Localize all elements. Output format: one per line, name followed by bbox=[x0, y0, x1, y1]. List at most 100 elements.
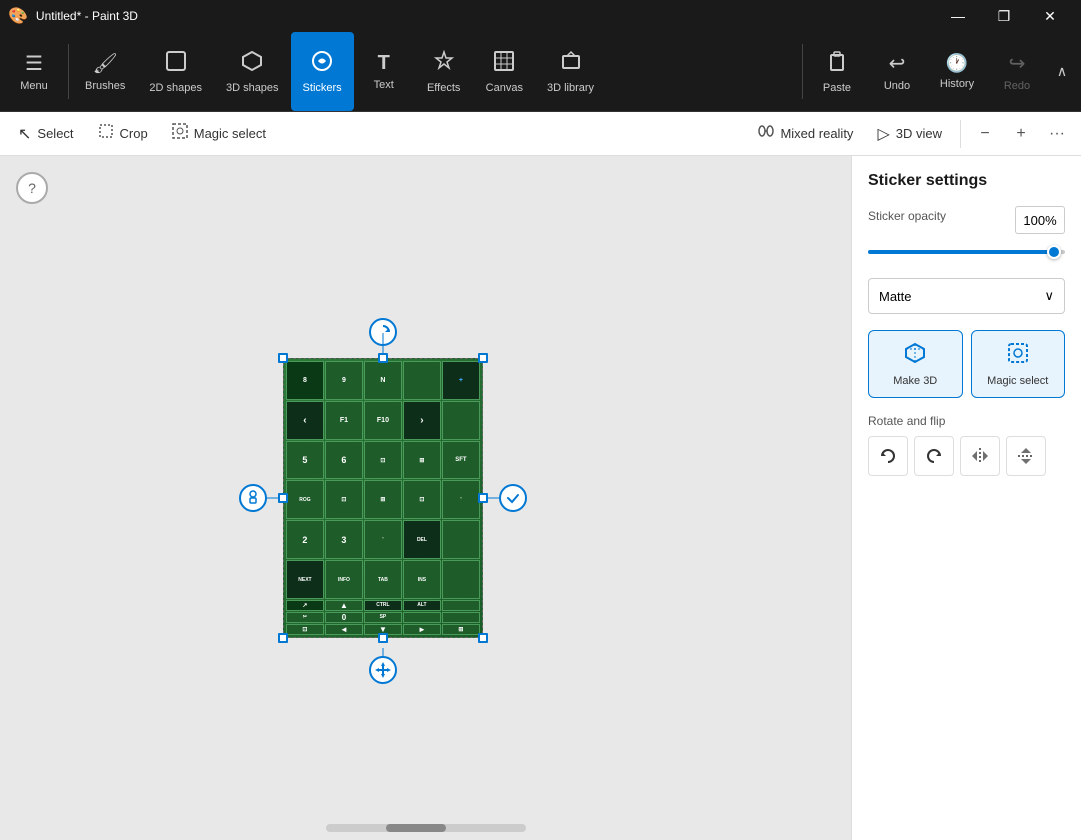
toolbar-paste[interactable]: Paste bbox=[807, 32, 867, 111]
key-cell: ROG bbox=[286, 480, 324, 519]
key-cell bbox=[442, 600, 480, 611]
magic-select-panel-icon bbox=[1006, 341, 1030, 371]
key-cell: › bbox=[403, 401, 441, 440]
toolbar-brushes[interactable]: 🖌 Brushes bbox=[73, 32, 137, 111]
opacity-slider-thumb[interactable] bbox=[1047, 245, 1061, 259]
key-cell: INS bbox=[403, 560, 441, 599]
key-cell: ⊞ bbox=[442, 624, 480, 635]
handle-middle-right[interactable] bbox=[478, 493, 488, 503]
opacity-slider-track bbox=[868, 250, 1065, 254]
toolbar-effects-label: Effects bbox=[427, 82, 460, 94]
finish-dropdown[interactable]: Matte ∨ bbox=[868, 278, 1065, 314]
toolbar-2d-shapes-label: 2D shapes bbox=[149, 82, 202, 94]
undo-icon: ↩ bbox=[889, 51, 906, 76]
zoom-in-button[interactable]: + bbox=[1005, 118, 1037, 150]
key-cell bbox=[403, 612, 441, 623]
move-handle[interactable] bbox=[369, 656, 397, 684]
sticker-selection[interactable]: 8 9 N + ‹ F1 F10 › 5 6 ⊡ bbox=[283, 358, 483, 638]
toolbar-menu[interactable]: ☰ Menu bbox=[4, 32, 64, 111]
3d-view-icon: ▷ bbox=[877, 124, 889, 144]
key-cell: F1 bbox=[325, 401, 363, 440]
sticker-image[interactable]: 8 9 N + ‹ F1 F10 › 5 6 ⊡ bbox=[283, 358, 483, 638]
toolbar-3d-shapes[interactable]: 3D shapes bbox=[214, 32, 291, 111]
finish-chevron-icon: ∨ bbox=[1044, 288, 1054, 304]
finish-label: Matte bbox=[879, 289, 912, 304]
chevron-up-icon: ∧ bbox=[1057, 63, 1067, 80]
rotate-top-line bbox=[382, 333, 383, 353]
toolbar-history[interactable]: 🕐 History bbox=[927, 32, 987, 111]
key-cell: ⊞ bbox=[364, 480, 402, 519]
opacity-input[interactable] bbox=[1015, 206, 1065, 234]
toolbar-3d-shapes-label: 3D shapes bbox=[226, 82, 279, 94]
key-cell: ◄ bbox=[325, 624, 363, 635]
rotate-flip-section: Rotate and flip bbox=[868, 414, 1065, 476]
mixed-reality-button[interactable]: Mixed reality bbox=[748, 119, 863, 148]
handle-bottom-middle[interactable] bbox=[378, 633, 388, 643]
sticker-container[interactable]: 8 9 N + ‹ F1 F10 › 5 6 ⊡ bbox=[283, 358, 483, 638]
minimize-button[interactable]: — bbox=[935, 0, 981, 32]
canvas-area: ? 8 9 N + bbox=[0, 156, 851, 840]
rotate-left-button[interactable] bbox=[868, 436, 908, 476]
toolbar-2d-shapes[interactable]: 2D shapes bbox=[137, 32, 214, 111]
toolbar-redo[interactable]: ↪ Redo bbox=[987, 32, 1047, 111]
stamp-handle[interactable] bbox=[239, 484, 267, 512]
opacity-slider-container[interactable] bbox=[868, 242, 1065, 262]
key-cell bbox=[442, 520, 480, 559]
canvas-scrollbar[interactable] bbox=[326, 824, 526, 832]
handle-bottom-right[interactable] bbox=[478, 633, 488, 643]
handle-top-left[interactable] bbox=[278, 353, 288, 363]
secondary-toolbar: ↖ Select Crop Magic select Mixed reality… bbox=[0, 112, 1081, 156]
toolbar-undo[interactable]: ↩ Undo bbox=[867, 32, 927, 111]
make-3d-button[interactable]: Make 3D bbox=[868, 330, 963, 398]
crop-button[interactable]: Crop bbox=[88, 119, 158, 148]
key-cell: N bbox=[364, 361, 402, 400]
text-icon: T bbox=[378, 52, 390, 75]
right-panel: Sticker settings Sticker opacity Matte ∨ bbox=[851, 156, 1081, 840]
key-cell: ▲ bbox=[325, 600, 363, 611]
close-button[interactable]: ✕ bbox=[1027, 0, 1073, 32]
rotate-right-button[interactable] bbox=[914, 436, 954, 476]
mixed-reality-label: Mixed reality bbox=[780, 126, 853, 141]
toolbar-chevron[interactable]: ∧ bbox=[1047, 32, 1077, 111]
3d-view-button[interactable]: ▷ 3D view bbox=[867, 120, 952, 148]
toolbar-canvas-label: Canvas bbox=[486, 82, 523, 94]
key-cell: 9 bbox=[325, 361, 363, 400]
paste-icon bbox=[826, 50, 848, 78]
key-cell: + bbox=[442, 361, 480, 400]
toolbar-undo-label: Undo bbox=[884, 80, 910, 92]
flip-horizontal-button[interactable] bbox=[960, 436, 1000, 476]
select-button[interactable]: ↖ Select bbox=[8, 120, 84, 148]
magic-select-label: Magic select bbox=[194, 126, 266, 141]
key-cell: ⊡ bbox=[325, 480, 363, 519]
secondary-toolbar-right: Mixed reality ▷ 3D view − + ··· bbox=[748, 118, 1073, 150]
zoom-out-button[interactable]: − bbox=[969, 118, 1001, 150]
toolbar-text[interactable]: T Text bbox=[354, 32, 414, 111]
help-button[interactable]: ? bbox=[16, 172, 48, 204]
brushes-icon: 🖌 bbox=[92, 51, 117, 76]
toolbar-effects[interactable]: Effects bbox=[414, 32, 474, 111]
restore-button[interactable]: ❐ bbox=[981, 0, 1027, 32]
handle-middle-left[interactable] bbox=[278, 493, 288, 503]
magic-select-panel-button[interactable]: Magic select bbox=[971, 330, 1066, 398]
key-cell: NEXT bbox=[286, 560, 324, 599]
key-cell: CTRL bbox=[364, 600, 402, 611]
toolbar-3d-library[interactable]: 3D library bbox=[535, 32, 606, 111]
toolbar-stickers[interactable]: Stickers bbox=[291, 32, 354, 111]
main-area: ? 8 9 N + bbox=[0, 156, 1081, 840]
key-cell: ► bbox=[403, 624, 441, 635]
key-cell bbox=[442, 612, 480, 623]
flip-vertical-button[interactable] bbox=[1006, 436, 1046, 476]
more-options-button[interactable]: ··· bbox=[1041, 118, 1073, 150]
canvas-background[interactable]: ? 8 9 N + bbox=[0, 156, 851, 840]
toolbar-canvas[interactable]: Canvas bbox=[474, 32, 535, 111]
handle-bottom-left[interactable] bbox=[278, 633, 288, 643]
menu-icon: ☰ bbox=[25, 51, 43, 76]
key-cell: SFT bbox=[442, 441, 480, 480]
action-buttons: Make 3D Magic select bbox=[868, 330, 1065, 398]
confirm-handle[interactable] bbox=[499, 484, 527, 512]
key-cell: ⊞ bbox=[403, 441, 441, 480]
key-cell: 0 bbox=[325, 612, 363, 623]
magic-select-button[interactable]: Magic select bbox=[162, 119, 276, 148]
handle-top-right[interactable] bbox=[478, 353, 488, 363]
handle-top-middle[interactable] bbox=[378, 353, 388, 363]
